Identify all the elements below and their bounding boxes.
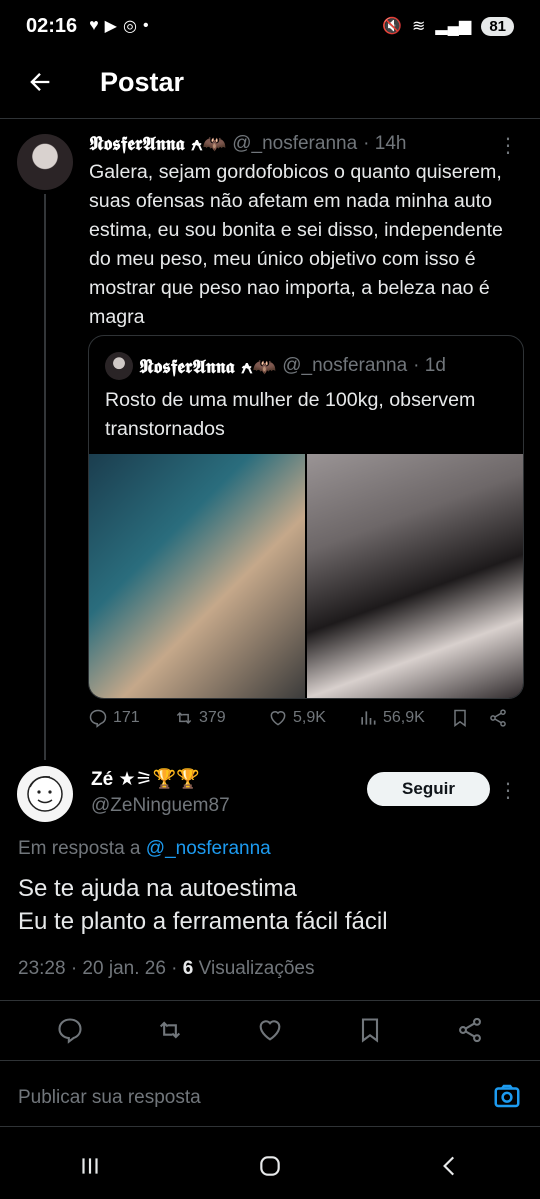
reply-button[interactable]: [56, 1016, 84, 1049]
repost-icon: [176, 711, 192, 725]
share-action[interactable]: [488, 708, 508, 728]
bookmark-icon: [361, 1018, 379, 1043]
reply-actions: [0, 1016, 540, 1049]
share-icon: [459, 1017, 481, 1043]
reply-views-label[interactable]: Visualizações: [199, 958, 315, 979]
reply-to-line: Em resposta a @_nosferanna: [18, 838, 271, 860]
status-bar: 02:16 ♥ ▶ ◎ • 🔇 ≋ ▂▄▆ 81: [0, 0, 540, 52]
reply-icon: [89, 709, 107, 728]
battery-indicator: 81: [481, 16, 514, 36]
reply-to-mention[interactable]: @_nosferanna: [146, 838, 271, 859]
reply-input[interactable]: Publicar sua resposta: [18, 1087, 492, 1109]
youtube-notification-icon: ▶: [104, 18, 117, 35]
quote-image-2[interactable]: [307, 454, 523, 698]
reply-author-name[interactable]: Zé ★⚞🏆🏆: [91, 767, 200, 791]
cartoon-face-icon: [27, 775, 63, 812]
repost-action[interactable]: 379: [174, 708, 268, 728]
reply-meta: 23:28 · 20 jan. 26 · 6 Visualizações: [18, 958, 314, 980]
reply-action[interactable]: 171: [88, 708, 174, 728]
wifi-icon: ≋: [411, 18, 426, 35]
back-nav-icon[interactable]: [437, 1153, 463, 1184]
quote-author-handle: @_nosferanna: [282, 355, 408, 376]
heart-notification-icon: ♥: [89, 17, 99, 34]
recent-apps-icon[interactable]: [77, 1153, 103, 1184]
quoted-tweet[interactable]: 𝕹𝖔𝖘𝖋𝖊𝖗𝕬𝖓𝖓𝖆 ⍲🦇 @_nosferanna · 1d Rosto de…: [88, 335, 524, 699]
author-name[interactable]: 𝕹𝖔𝖘𝖋𝖊𝖗𝕬𝖓𝖓𝖆 ⍲🦇: [89, 132, 226, 155]
avatar[interactable]: [17, 134, 73, 190]
reply-timestamp: 23:28 · 20 jan. 26 ·: [18, 958, 178, 979]
compose-bar: Publicar sua resposta: [0, 1070, 540, 1126]
home-icon[interactable]: [257, 1153, 283, 1184]
like-button[interactable]: [256, 1016, 284, 1049]
more-options-icon[interactable]: ⋮: [498, 778, 518, 803]
quote-time: · 1d: [413, 355, 446, 376]
back-arrow-icon[interactable]: [14, 56, 66, 108]
like-action[interactable]: 5,9K: [268, 708, 358, 728]
views-count: 56,9K: [383, 709, 425, 726]
tweet-header: 𝕹𝖔𝖘𝖋𝖊𝖗𝕬𝖓𝖓𝖆 ⍲🦇 @_nosferanna · 14h: [89, 132, 406, 156]
tweet-time[interactable]: · 14h: [363, 133, 406, 155]
signal-icon: ▂▄▆: [435, 18, 472, 35]
quote-header: 𝕹𝖔𝖘𝖋𝖊𝖗𝕬𝖓𝖓𝖆 ⍲🦇 @_nosferanna · 1d: [105, 352, 446, 380]
views-action[interactable]: 56,9K: [358, 708, 450, 728]
share-icon: [490, 709, 506, 727]
reply-text-line-1: Se te ajuda na autoestima: [18, 875, 297, 902]
header: Postar: [0, 56, 540, 108]
tweet-text: Galera, sejam gordofobicos o quanto quis…: [89, 161, 503, 328]
system-nav-bar: [0, 1138, 540, 1199]
repost-count: 379: [199, 709, 226, 726]
compose-divider: [0, 1126, 540, 1127]
bookmark-button[interactable]: [356, 1016, 384, 1049]
repost-icon: [159, 1021, 181, 1039]
analytics-icon: [361, 711, 376, 725]
bookmark-icon: [454, 709, 466, 727]
more-options-icon[interactable]: ⋮: [498, 136, 518, 156]
meta-divider: [0, 1000, 540, 1001]
reply-icon: [58, 1018, 82, 1044]
tweet-actions: 171 379 5,9K 56,9K: [88, 708, 528, 728]
bookmark-action[interactable]: [450, 708, 488, 728]
like-count: 5,9K: [293, 709, 326, 726]
header-divider: [0, 118, 540, 119]
heart-icon: [270, 711, 286, 726]
quote-author-name: 𝕹𝖔𝖘𝖋𝖊𝖗𝕬𝖓𝖓𝖆 ⍲🦇: [139, 355, 277, 378]
camera-icon[interactable]: [492, 1081, 522, 1116]
mute-icon: 🔇: [382, 18, 402, 35]
repost-button[interactable]: [156, 1016, 184, 1049]
actions-divider: [0, 1060, 540, 1061]
follow-button[interactable]: Seguir: [367, 772, 490, 806]
reply-to-prefix: Em resposta a: [18, 838, 141, 859]
page-title: Postar: [100, 66, 185, 97]
reply-count: 171: [113, 709, 140, 726]
reply-text: Se te ajuda na autoestima Eu te planto a…: [18, 872, 388, 938]
avatar[interactable]: [17, 766, 73, 822]
instagram-notification-icon: ◎: [122, 18, 137, 35]
share-button[interactable]: [456, 1016, 484, 1049]
quote-text: Rosto de uma mulher de 100kg, observem t…: [105, 389, 476, 440]
thread-line: [44, 194, 46, 760]
quote-avatar: [105, 352, 133, 380]
author-handle[interactable]: @_nosferanna: [232, 133, 357, 155]
quote-image-1[interactable]: [89, 454, 305, 698]
reply-views-count: 6: [182, 958, 194, 979]
dot-icon: •: [142, 17, 149, 34]
status-time: 02:16: [26, 14, 78, 37]
reply-text-line-2: Eu te planto a ferramenta fácil fácil: [18, 908, 388, 935]
reply-author-handle[interactable]: @ZeNinguem87: [91, 795, 230, 817]
heart-icon: [259, 1020, 281, 1041]
